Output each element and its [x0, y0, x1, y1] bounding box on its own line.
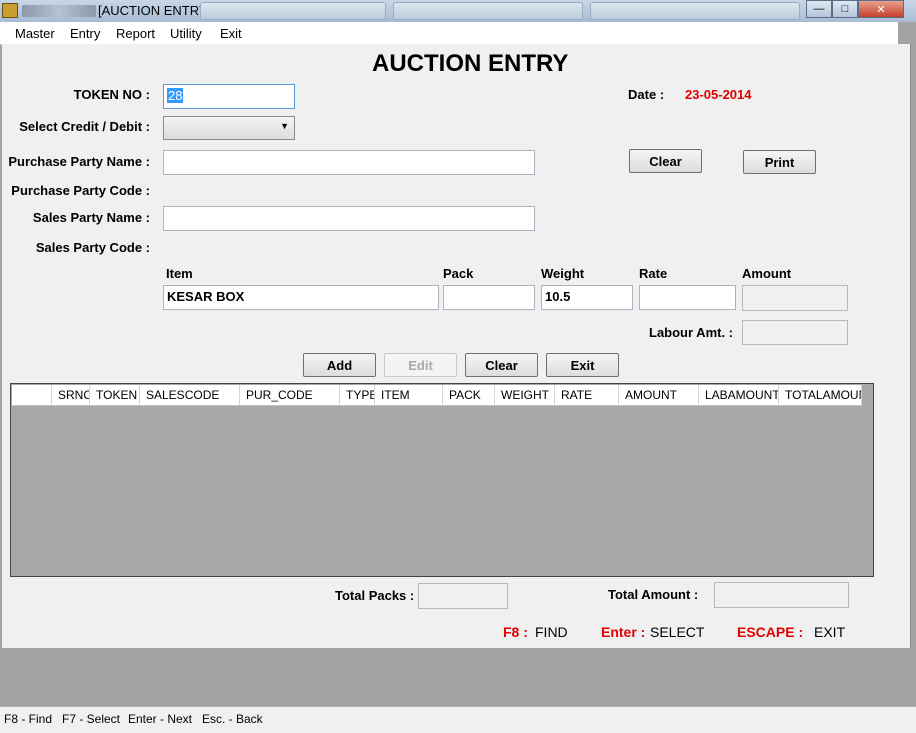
column-header-amount[interactable]: AMOUNT: [619, 385, 699, 405]
status-f7: F7 - Select: [62, 712, 121, 726]
amount-header: Amount: [742, 266, 792, 281]
column-header-labamount[interactable]: LABAMOUNT: [699, 385, 779, 405]
chevron-down-icon: ▼: [280, 121, 289, 131]
date-value: 23-05-2014: [685, 87, 752, 102]
menu-report[interactable]: Report: [116, 26, 155, 41]
title-redacted: [22, 5, 96, 17]
add-button[interactable]: Add: [303, 353, 376, 377]
column-header-rate[interactable]: RATE: [555, 385, 619, 405]
sales-party-name-input[interactable]: [163, 206, 535, 231]
hint-escape-key: ESCAPE :: [737, 624, 804, 640]
column-header-pur-code[interactable]: PUR_CODE: [240, 385, 340, 405]
grid-row-header: [12, 385, 52, 405]
edit-button: Edit: [384, 353, 457, 377]
labour-label: Labour Amt. :: [649, 325, 734, 340]
column-header-item[interactable]: ITEM: [375, 385, 443, 405]
weight-header: Weight: [541, 266, 585, 281]
item-input[interactable]: KESAR BOX: [163, 285, 439, 310]
hint-f8-key: F8 :: [503, 624, 528, 640]
hint-enter-key: Enter :: [601, 624, 646, 640]
item-header: Item: [166, 266, 193, 281]
column-header-type[interactable]: TYPE: [340, 385, 375, 405]
column-header-token[interactable]: TOKEN: [90, 385, 140, 405]
purchase-party-name-input[interactable]: [163, 150, 535, 175]
pack-header: Pack: [443, 266, 474, 281]
token-value: 28: [167, 88, 184, 103]
auction-entry-form: AUCTION ENTRY TOKEN NO : 28 Date : 23-05…: [2, 44, 911, 648]
rate-header: Rate: [639, 266, 668, 281]
maximize-button[interactable]: □: [832, 0, 858, 18]
rate-input[interactable]: [639, 285, 736, 310]
column-header-weight[interactable]: WEIGHT: [495, 385, 555, 405]
menu-utility[interactable]: Utility: [170, 26, 202, 41]
minimize-button[interactable]: —: [806, 0, 832, 18]
clear-top-button[interactable]: Clear: [629, 149, 702, 173]
total-packs-field: [418, 583, 508, 609]
total-packs-label: Total Packs :: [335, 588, 415, 603]
auction-grid[interactable]: SRNO TOKEN SALESCODE PUR_CODE TYPE ITEM …: [10, 383, 874, 577]
page-title: AUCTION ENTRY: [372, 50, 569, 77]
purchase-party-name-label: Purchase Party Name :: [8, 154, 150, 169]
status-f8: F8 - Find: [4, 712, 53, 726]
token-label: TOKEN NO :: [73, 87, 150, 102]
menu-bar: Master Entry Report Utility Exit: [0, 22, 898, 45]
exit-button[interactable]: Exit: [546, 353, 619, 377]
hint-f8-action: FIND: [535, 624, 568, 640]
weight-input[interactable]: 10.5: [541, 285, 633, 310]
credit-debit-select[interactable]: ▼: [163, 116, 295, 140]
hint-enter-action: SELECT: [650, 624, 705, 640]
sales-party-name-label: Sales Party Name :: [32, 210, 150, 225]
menu-master[interactable]: Master: [15, 26, 55, 41]
app-icon: [2, 3, 18, 18]
date-label: Date :: [628, 87, 665, 102]
grid-header: SRNO TOKEN SALESCODE PUR_CODE TYPE ITEM …: [12, 385, 862, 406]
status-bar: F8 - Find F7 - Select Enter - Next Esc. …: [0, 706, 916, 733]
sales-party-code-label: Sales Party Code :: [35, 240, 150, 255]
column-header-pack[interactable]: PACK: [443, 385, 495, 405]
print-button[interactable]: Print: [743, 150, 816, 174]
credit-debit-label: Select Credit / Debit :: [19, 119, 150, 134]
menu-entry[interactable]: Entry: [70, 26, 100, 41]
total-amount-label: Total Amount :: [608, 587, 699, 602]
total-amount-field: [714, 582, 849, 608]
status-esc: Esc. - Back: [202, 712, 263, 726]
token-input[interactable]: 28: [163, 84, 295, 109]
background-window-tab[interactable]: [200, 2, 386, 20]
amount-field: [742, 285, 848, 311]
clear-button[interactable]: Clear: [465, 353, 538, 377]
pack-input[interactable]: [443, 285, 535, 310]
menu-exit[interactable]: Exit: [220, 26, 242, 41]
purchase-party-code-label: Purchase Party Code :: [11, 183, 150, 198]
column-header-srno[interactable]: SRNO: [52, 385, 90, 405]
hint-escape-action: EXIT: [814, 624, 846, 640]
title-bar: [AUCTION ENTRY] — □ ✕: [0, 0, 916, 22]
column-header-totalamount[interactable]: TOTALAMOUN: [779, 385, 862, 405]
close-button[interactable]: ✕: [858, 0, 904, 18]
background-window-tab[interactable]: [590, 2, 800, 20]
column-header-salescode[interactable]: SALESCODE: [140, 385, 240, 405]
status-enter: Enter - Next: [128, 712, 193, 726]
labour-amount-field: [742, 320, 848, 345]
window-title: [AUCTION ENTRY]: [98, 3, 212, 18]
background-window-tab[interactable]: [393, 2, 583, 20]
